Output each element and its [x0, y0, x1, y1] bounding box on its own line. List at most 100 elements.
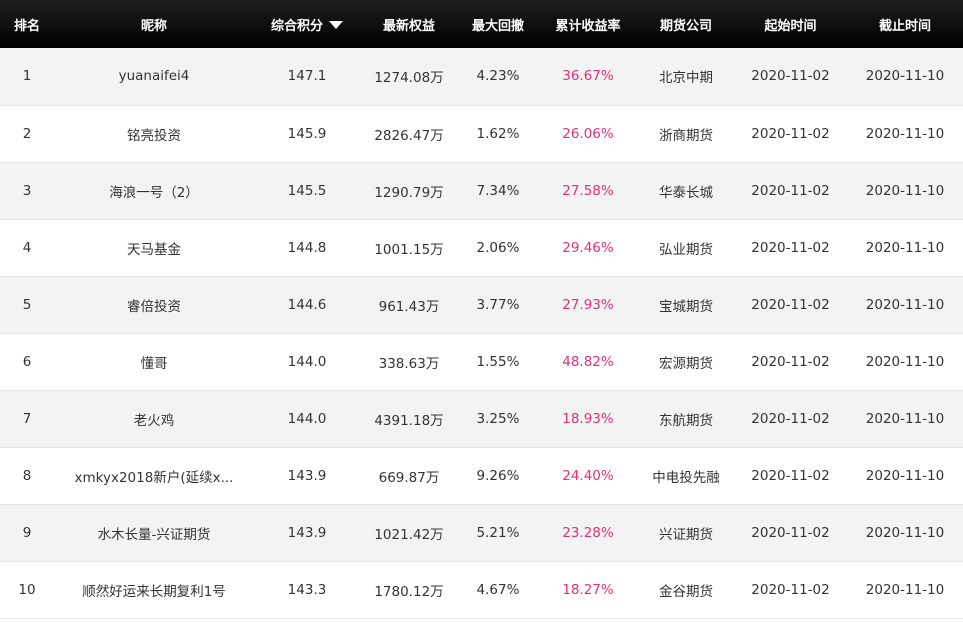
- cell-end-date: 2020-11-10: [865, 410, 945, 427]
- cell-end-date: 2020-11-10: [865, 581, 945, 598]
- cell-score: 144.0: [287, 410, 327, 427]
- table-row[interactable]: 5 睿倍投资 144.6 961.43万 3.77% 27.93% 宝城期货 2020-11-…: [0, 276, 963, 333]
- cell-score: 143.9: [287, 524, 327, 541]
- cell-equity: 1021.42万: [374, 526, 444, 543]
- table-row[interactable]: 4 天马基金 144.8 1001.15万 2.06% 29.46% 弘业期货 2020-11…: [0, 219, 963, 276]
- cell-start-date: 2020-11-02: [751, 353, 830, 370]
- cell-nickname[interactable]: xmkyx2018新户(延续x...: [54, 447, 254, 504]
- cell-rank: 7: [22, 410, 32, 427]
- cell-nickname[interactable]: 海浪一号（2）: [54, 162, 254, 219]
- cell-equity: 669.87万: [378, 469, 440, 486]
- header-start-date[interactable]: 起始时间: [734, 0, 847, 48]
- cell-drawdown: 2.06%: [476, 239, 520, 256]
- cell-start-date: 2020-11-02: [751, 182, 830, 199]
- cell-drawdown: 5.21%: [476, 524, 520, 541]
- cell-nickname[interactable]: 睿倍投资: [54, 276, 254, 333]
- cell-return: 48.82%: [562, 353, 614, 370]
- cell-broker: 弘业期货: [659, 241, 713, 258]
- table-row[interactable]: 9 水木长量-兴证期货 143.9 1021.42万 5.21% 23.28% 兴证期货 20…: [0, 504, 963, 561]
- cell-broker: 中电投先融: [652, 469, 720, 486]
- cell-broker: 宝城期货: [659, 298, 713, 315]
- cell-broker: 宏源期货: [659, 355, 713, 372]
- cell-nickname[interactable]: 铭亮投资: [54, 105, 254, 162]
- table-row[interactable]: 1 yuanaifei4 147.1 1274.08万 4.23% 36.67% 北京中期 2…: [0, 48, 963, 105]
- cell-equity: 338.63万: [378, 355, 440, 372]
- cell-score: 144.0: [287, 353, 327, 370]
- cell-rank: 8: [22, 467, 32, 484]
- cell-equity: 1290.79万: [374, 184, 444, 201]
- cell-start-date: 2020-11-02: [751, 239, 830, 256]
- table-row[interactable]: 3 海浪一号（2） 145.5 1290.79万 7.34% 27.58% 华泰长城 2020…: [0, 162, 963, 219]
- cell-broker: 华泰长城: [659, 184, 713, 201]
- cell-nickname[interactable]: 老火鸡: [54, 390, 254, 447]
- cell-broker: 北京中期: [659, 70, 713, 87]
- cell-rank: 4: [22, 239, 32, 256]
- table-row[interactable]: 10 顺然好运来长期复利1号 143.3 1780.12万 4.67% 18.27% 金谷期…: [0, 561, 963, 618]
- cell-end-date: 2020-11-10: [865, 68, 945, 85]
- table-header: 排名 昵称 综合积分 最新权益 最大回撤 累计收益率 期货公司 起始时间 截止时…: [0, 0, 963, 48]
- cell-start-date: 2020-11-02: [751, 68, 830, 85]
- cell-equity: 1780.12万: [374, 583, 444, 600]
- cell-drawdown: 3.25%: [476, 410, 520, 427]
- cell-broker: 东航期货: [659, 412, 713, 429]
- cell-end-date: 2020-11-10: [865, 524, 945, 541]
- cell-end-date: 2020-11-10: [865, 353, 945, 370]
- cell-rank: 1: [22, 68, 32, 85]
- header-score[interactable]: 综合积分: [254, 0, 360, 48]
- table-row[interactable]: 6 懂哥 144.0 338.63万 1.55% 48.82% 宏源期货 2020-11-02…: [0, 333, 963, 390]
- header-broker[interactable]: 期货公司: [638, 0, 734, 48]
- cell-return: 27.58%: [562, 182, 614, 199]
- cell-return: 29.46%: [562, 239, 614, 256]
- header-drawdown[interactable]: 最大回撤: [458, 0, 538, 48]
- cell-broker: 金谷期货: [659, 583, 713, 600]
- cell-start-date: 2020-11-02: [751, 410, 830, 427]
- cell-end-date: 2020-11-10: [865, 467, 945, 484]
- cell-start-date: 2020-11-02: [751, 581, 830, 598]
- header-row: 排名 昵称 综合积分 最新权益 最大回撤 累计收益率 期货公司 起始时间 截止时…: [0, 0, 963, 48]
- cell-nickname[interactable]: yuanaifei4: [54, 48, 254, 105]
- cell-equity: 4391.18万: [374, 412, 444, 429]
- sort-desc-icon[interactable]: [329, 20, 343, 29]
- cell-return: 24.40%: [562, 467, 614, 484]
- cell-end-date: 2020-11-10: [865, 239, 945, 256]
- cell-drawdown: 4.23%: [476, 68, 520, 85]
- cell-equity: 2826.47万: [374, 127, 444, 144]
- cell-return: 27.93%: [562, 296, 614, 313]
- cell-start-date: 2020-11-02: [751, 296, 830, 313]
- cell-equity: 1001.15万: [374, 241, 444, 258]
- header-nickname[interactable]: 昵称: [54, 0, 254, 48]
- cell-rank: 2: [22, 125, 32, 142]
- cell-start-date: 2020-11-02: [751, 125, 830, 142]
- header-equity[interactable]: 最新权益: [360, 0, 458, 48]
- header-end-date[interactable]: 截止时间: [847, 0, 963, 48]
- cell-broker: 兴证期货: [659, 526, 713, 543]
- cell-equity: 961.43万: [378, 298, 440, 315]
- cell-start-date: 2020-11-02: [751, 524, 830, 541]
- cell-end-date: 2020-11-10: [865, 296, 945, 313]
- cell-nickname[interactable]: 水木长量-兴证期货: [54, 504, 254, 561]
- cell-rank: 9: [22, 524, 32, 541]
- cell-start-date: 2020-11-02: [751, 467, 830, 484]
- cell-end-date: 2020-11-10: [865, 182, 945, 199]
- cell-nickname[interactable]: 天马基金: [54, 219, 254, 276]
- cell-drawdown: 3.77%: [476, 296, 520, 313]
- cell-return: 23.28%: [562, 524, 614, 541]
- cell-nickname[interactable]: 顺然好运来长期复利1号: [54, 561, 254, 618]
- table-row[interactable]: 2 铭亮投资 145.9 2826.47万 1.62% 26.06% 浙商期货 2020-11…: [0, 105, 963, 162]
- cell-rank: 5: [22, 296, 32, 313]
- ranking-table: 排名 昵称 综合积分 最新权益 最大回撤 累计收益率 期货公司 起始时间 截止时…: [0, 0, 963, 619]
- table-row[interactable]: 7 老火鸡 144.0 4391.18万 3.25% 18.93% 东航期货 2020-11-…: [0, 390, 963, 447]
- cell-return: 26.06%: [562, 125, 614, 142]
- header-rank[interactable]: 排名: [0, 0, 54, 48]
- table-row[interactable]: 8 xmkyx2018新户(延续x... 143.9 669.87万 9.26% 24.4…: [0, 447, 963, 504]
- cell-equity: 1274.08万: [374, 70, 444, 87]
- cell-return: 36.67%: [562, 68, 614, 85]
- header-return[interactable]: 累计收益率: [538, 0, 638, 48]
- cell-score: 144.6: [287, 296, 327, 313]
- cell-score: 145.5: [287, 182, 327, 199]
- cell-return: 18.27%: [562, 581, 614, 598]
- cell-rank: 6: [22, 353, 32, 370]
- cell-drawdown: 7.34%: [476, 182, 520, 199]
- cell-score: 147.1: [287, 68, 327, 85]
- cell-nickname[interactable]: 懂哥: [54, 333, 254, 390]
